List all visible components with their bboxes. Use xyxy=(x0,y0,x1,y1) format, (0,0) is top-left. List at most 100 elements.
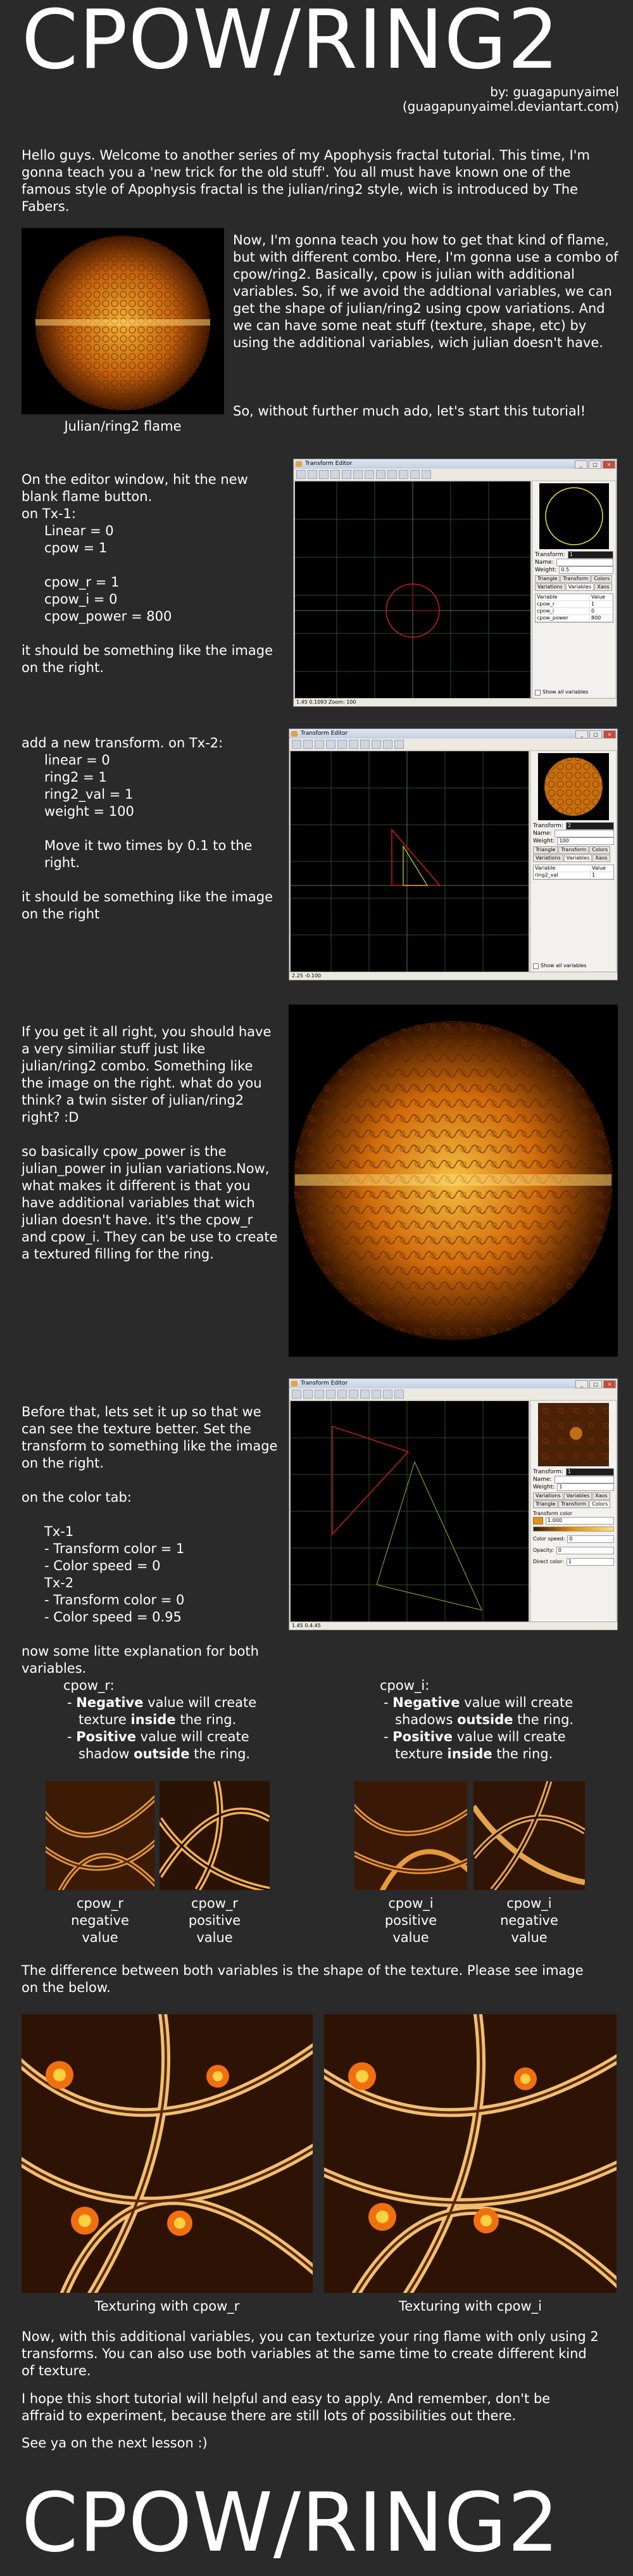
table-row[interactable]: cpow_power 800 xyxy=(536,615,613,622)
show-all-variables-checkbox[interactable]: Show all variables xyxy=(533,689,588,695)
step1-param: cpow_i = 0 xyxy=(44,592,118,607)
tab-transform[interactable]: Transform xyxy=(560,575,591,583)
opacity-input[interactable]: 0 xyxy=(556,1547,614,1554)
zoom-out-button[interactable] xyxy=(422,470,431,479)
tab-transform[interactable]: Transform xyxy=(558,1501,589,1508)
new-flame-button[interactable] xyxy=(296,470,306,479)
canvas-graphic-1 xyxy=(295,481,530,698)
add-transform-button[interactable] xyxy=(303,740,313,749)
rotate-tool-button[interactable] xyxy=(360,1390,370,1399)
select-tool-button[interactable] xyxy=(337,1390,347,1399)
tab-transform[interactable]: Transform xyxy=(558,846,589,854)
new-flame-button[interactable] xyxy=(292,1390,301,1399)
julian-ring2-caption: Julian/ring2 flame xyxy=(64,419,182,434)
maximize-button[interactable]: □ xyxy=(589,1380,602,1388)
checkbox-box[interactable] xyxy=(535,689,541,695)
minimize-button[interactable]: _ xyxy=(575,730,588,739)
preview-flame-graphic xyxy=(544,758,603,816)
tab-triangle[interactable]: Triangle xyxy=(533,1501,558,1508)
name-input[interactable] xyxy=(556,559,613,566)
tab-variations[interactable]: Variations xyxy=(535,583,565,591)
step1-tx-label: on Tx-1: xyxy=(22,506,77,521)
add-transform-button[interactable] xyxy=(303,1390,313,1399)
redo-button[interactable] xyxy=(399,470,408,479)
editor-toolbar xyxy=(294,469,617,480)
tab-variables[interactable]: Variables xyxy=(563,854,592,862)
editor-canvas-1[interactable] xyxy=(295,481,530,698)
tab-xaos[interactable]: Xaos xyxy=(594,583,612,591)
transform-select[interactable]: 1 xyxy=(567,551,613,559)
close-button[interactable]: × xyxy=(603,1380,616,1388)
undo-button[interactable] xyxy=(383,740,392,749)
tab-colors[interactable]: Colors xyxy=(589,1501,611,1508)
tab-triangle[interactable]: Triangle xyxy=(535,575,560,583)
scale-tool-button[interactable] xyxy=(372,1390,381,1399)
undo-button[interactable] xyxy=(383,1390,392,1399)
minimize-button[interactable]: _ xyxy=(575,460,587,469)
editor-titlebar[interactable]: Transform Editor _ □ × xyxy=(289,729,617,739)
new-flame-button[interactable] xyxy=(292,740,301,749)
zoom-in-button[interactable] xyxy=(410,470,420,479)
close-button[interactable]: × xyxy=(603,730,616,739)
undo-button[interactable] xyxy=(387,470,397,479)
name-input[interactable] xyxy=(554,1476,614,1483)
duplicate-button[interactable] xyxy=(319,470,329,479)
tab-xaos[interactable]: Xaos xyxy=(592,854,610,862)
weight-input[interactable]: 100 xyxy=(557,837,614,845)
transform-select[interactable]: 1 xyxy=(565,1468,614,1476)
rotate-tool-button[interactable] xyxy=(365,470,374,479)
editor-titlebar[interactable]: Transform Editor _ □ × xyxy=(294,459,617,469)
minimize-button[interactable]: _ xyxy=(575,1380,588,1388)
variable-value[interactable]: 1 xyxy=(589,601,613,607)
transform-editor-window-1[interactable]: Transform Editor _ □ × Transform: 1 Name: W… xyxy=(293,459,617,707)
variable-value[interactable]: 0 xyxy=(589,608,613,614)
tab-xaos[interactable]: Xaos xyxy=(592,1492,610,1500)
weight-input[interactable]: 1 xyxy=(557,1483,614,1491)
checkbox-box[interactable] xyxy=(533,963,539,969)
show-all-variables-checkbox[interactable]: Show all variables xyxy=(531,963,586,969)
delete-button[interactable] xyxy=(326,1390,335,1399)
tab-colors[interactable]: Colors xyxy=(591,575,613,583)
close-button[interactable]: × xyxy=(603,460,615,469)
duplicate-button[interactable] xyxy=(315,1390,324,1399)
duplicate-button[interactable] xyxy=(315,740,324,749)
move-tool-button[interactable] xyxy=(349,1390,358,1399)
transform-editor-window-3[interactable]: Transform Editor _ □ × Transform: 1 Name: W… xyxy=(289,1378,618,1630)
rotate-tool-button[interactable] xyxy=(360,740,370,749)
select-tool-button[interactable] xyxy=(337,740,347,749)
weight-input[interactable]: 0.5 xyxy=(559,566,613,574)
color-slider[interactable] xyxy=(533,1526,614,1532)
color-speed-input[interactable]: 0 xyxy=(567,1535,614,1543)
move-tool-button[interactable] xyxy=(353,470,363,479)
variable-value[interactable]: 800 xyxy=(589,615,613,621)
maximize-button[interactable]: □ xyxy=(589,730,602,739)
direct-color-input[interactable]: 1 xyxy=(566,1558,614,1566)
tab-variations[interactable]: Variations xyxy=(533,1492,563,1500)
editor-canvas-3[interactable] xyxy=(291,1401,529,1621)
delete-button[interactable] xyxy=(326,740,335,749)
select-tool-button[interactable] xyxy=(342,470,351,479)
name-input[interactable] xyxy=(554,830,614,837)
table-row[interactable]: cpow_i 0 xyxy=(536,608,613,615)
scale-tool-button[interactable] xyxy=(372,740,381,749)
tab-colors[interactable]: Colors xyxy=(589,846,611,854)
tab-triangle[interactable]: Triangle xyxy=(533,846,558,854)
redo-button[interactable] xyxy=(394,1390,404,1399)
transform-editor-window-2[interactable]: Transform Editor _ □ × Transform: 2 Name: W… xyxy=(289,728,618,980)
scale-tool-button[interactable] xyxy=(376,470,385,479)
maximize-button[interactable]: □ xyxy=(589,460,601,469)
tab-variables[interactable]: Variables xyxy=(563,1492,592,1500)
editor-titlebar[interactable]: Transform Editor _ □ × xyxy=(289,1379,617,1388)
redo-button[interactable] xyxy=(394,740,404,749)
add-transform-button[interactable] xyxy=(308,470,317,479)
move-tool-button[interactable] xyxy=(349,740,358,749)
tab-variations[interactable]: Variations xyxy=(533,854,563,862)
tab-variables[interactable]: Variables xyxy=(565,583,594,591)
table-row[interactable]: ring2_val 1 xyxy=(534,872,613,879)
delete-button[interactable] xyxy=(330,470,340,479)
variable-value[interactable]: 1 xyxy=(590,872,613,879)
table-row[interactable]: cpow_r 1 xyxy=(536,601,613,608)
editor-canvas-2[interactable] xyxy=(291,751,529,972)
transform-select[interactable]: 2 xyxy=(565,822,614,830)
transform-color-input[interactable]: 1.000 xyxy=(546,1517,614,1525)
